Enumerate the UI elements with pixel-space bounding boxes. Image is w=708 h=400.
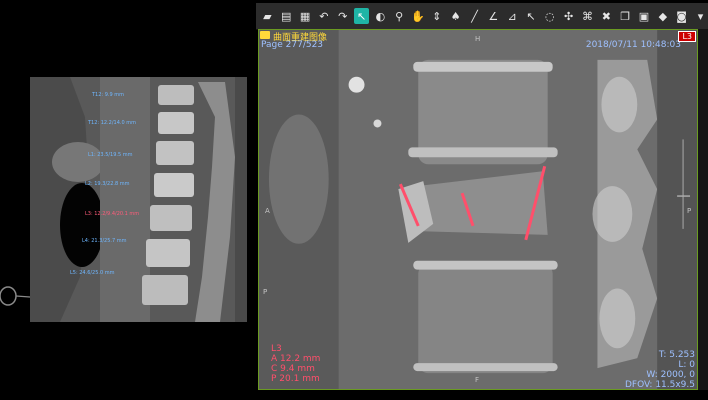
more-dropdown-icon[interactable]: ▾: [693, 8, 708, 24]
spine-label-icon[interactable]: ♠: [448, 8, 463, 24]
thumb-label-2: L1: 23.5/19.5 mm: [88, 152, 133, 158]
camera-icon[interactable]: ◙: [674, 8, 689, 24]
delete-annotation-icon[interactable]: ✖: [599, 8, 614, 24]
pan-hand-icon[interactable]: ✋: [411, 8, 426, 24]
arrow-annotation-icon[interactable]: ↖: [524, 8, 539, 24]
thumb-label-1: T12: 12.2/14.0 mm: [88, 120, 136, 126]
ct-image: [259, 30, 697, 389]
undo-icon[interactable]: ↶: [316, 8, 331, 24]
freehand-roi-icon[interactable]: ◌: [542, 8, 557, 24]
level-badge: L3: [678, 31, 696, 42]
pointer-tool-icon[interactable]: ↖: [354, 8, 369, 24]
main-viewport[interactable]: 曲面重建图像 Page 277/523 2018/07/11 10:48:03 …: [258, 29, 698, 390]
thumb-label-6: L5: 24.6/25.0 mm: [70, 270, 115, 276]
redo-icon[interactable]: ↷: [335, 8, 350, 24]
ruler-icon[interactable]: ╱: [467, 8, 482, 24]
orientation-top: H: [475, 35, 481, 43]
spine-auto-icon[interactable]: ⌘: [580, 8, 595, 24]
info-line-4: DFOV: 11.5x9.5: [624, 380, 695, 390]
thumb-label-5: L4: 21.3/25.7 mm: [82, 238, 127, 244]
cobb-angle-icon[interactable]: ⊿: [505, 8, 520, 24]
save-image-icon[interactable]: ▣: [637, 8, 652, 24]
thumbnail-preview[interactable]: T12: 9.9 mm T12: 12.2/14.0 mm L1: 23.5/1…: [30, 77, 247, 322]
thumb-label-0: T12: 9.9 mm: [92, 92, 124, 98]
info-line-2: L: 0: [678, 360, 695, 370]
angle-icon[interactable]: ∠: [486, 8, 501, 24]
print-icon[interactable]: ▤: [279, 8, 294, 24]
copy-image-icon[interactable]: ❐: [618, 8, 633, 24]
viewer-toolbar: ▰ ▤ ▦ ↶ ↷ ↖ ◐ ⚲ ✋ ⇕ ♠ ╱ ∠ ⊿ ↖ ◌ ✣ ⌘ ✖ ❐ ▣ ◆ ◙ ▾: [256, 3, 708, 30]
orientation-right: P: [687, 207, 692, 215]
thumbnail-image: [30, 77, 247, 322]
info-line-3: W: 2000, 0: [646, 370, 695, 380]
thumb-label-4: L3: 12.2/9.4/20.1 mm: [85, 211, 140, 217]
zoom-icon[interactable]: ⚲: [392, 8, 407, 24]
viewport-scrollbar[interactable]: [698, 29, 708, 390]
crosshair-icon[interactable]: ✣: [561, 8, 576, 24]
orientation-left-lower: P: [263, 288, 268, 296]
cable-artifact: [0, 286, 30, 306]
measure-p: P 20.1 mm: [271, 374, 320, 384]
study-datetime: 2018/07/11 10:48:03: [585, 40, 681, 50]
layout-grid-icon[interactable]: ▦: [298, 8, 313, 24]
window-level-icon[interactable]: ◐: [373, 8, 388, 24]
orientation-left: A: [265, 207, 270, 215]
series-indicator-icon: [260, 31, 270, 39]
open-folder-icon[interactable]: ▰: [260, 8, 275, 24]
key-image-icon[interactable]: ◆: [655, 8, 670, 24]
info-line-1: T: 5.253: [658, 350, 695, 360]
thumb-label-3: L2: 19.3/22.8 mm: [85, 181, 130, 187]
page-counter: Page 277/523: [261, 40, 324, 50]
orientation-bottom: F: [475, 376, 480, 384]
scroll-stack-icon[interactable]: ⇕: [429, 8, 444, 24]
